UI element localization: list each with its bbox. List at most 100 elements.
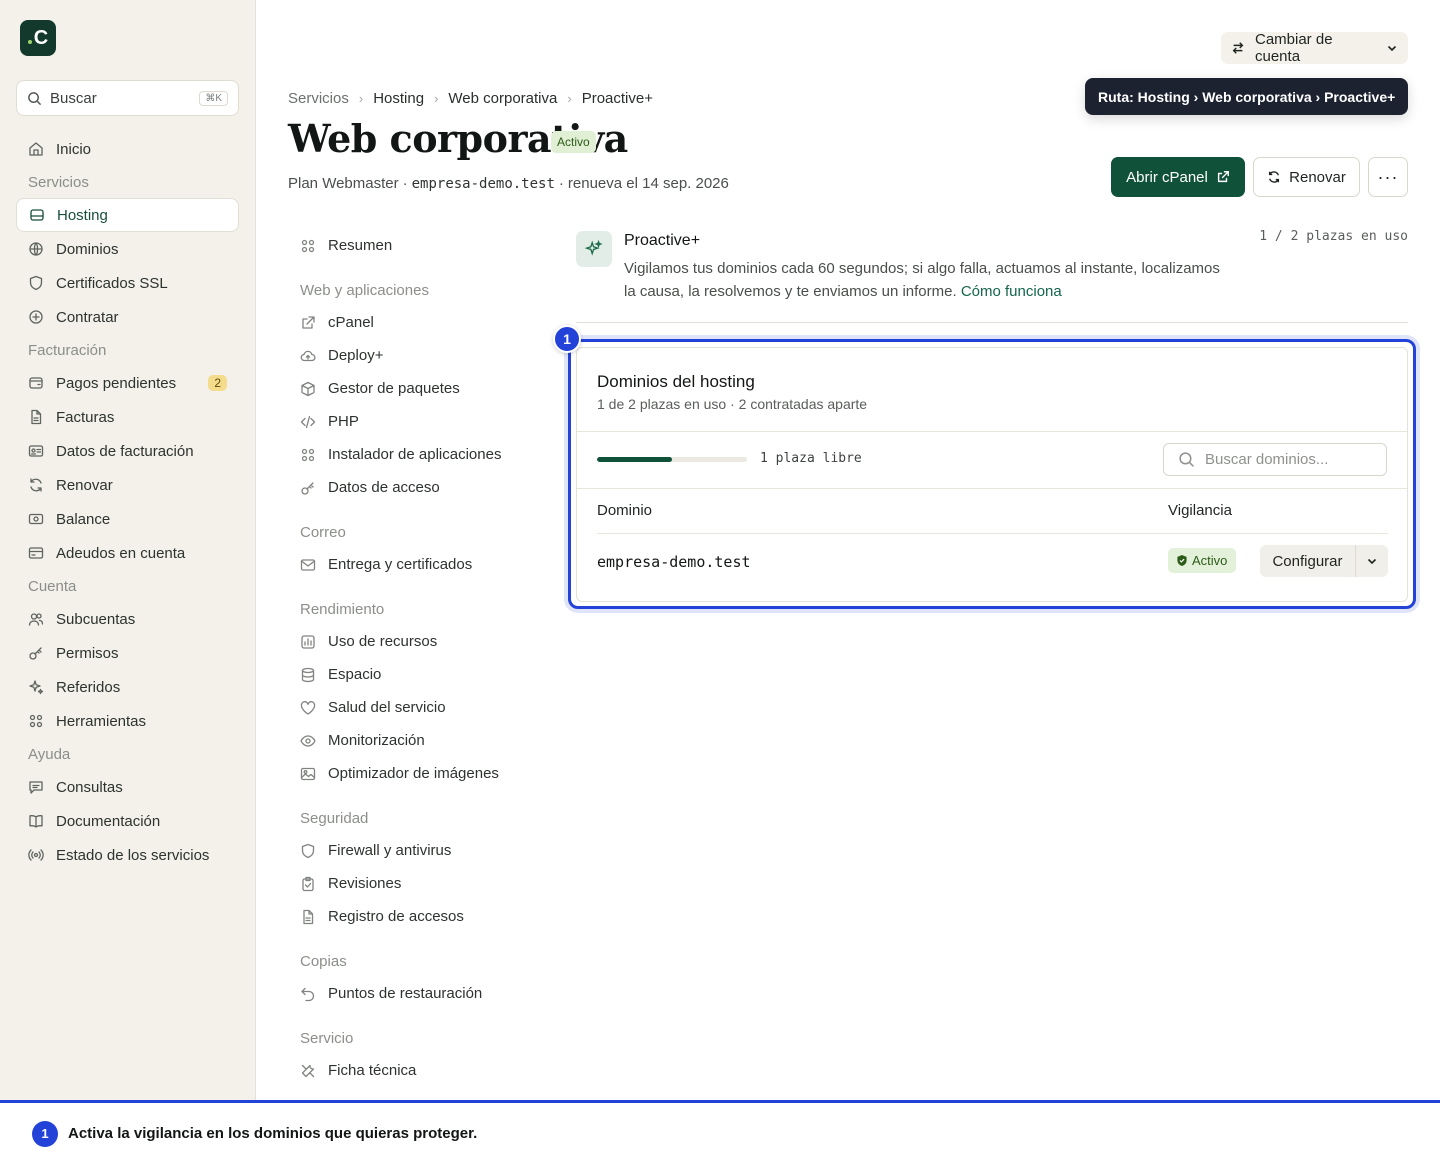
separator: · [558,175,564,192]
sidebar-item-estado-de-los-servicios[interactable]: Estado de los servicios [16,838,239,872]
divider [576,322,1408,323]
subnav-item-monitorizacion[interactable]: Monitorización [288,724,520,757]
subnav-item-registro-de-accesos[interactable]: Registro de accesos [288,900,520,933]
subnav-item-label: Entrega y certificados [328,556,473,573]
server-icon [29,207,45,223]
book-icon [28,813,44,829]
eye-icon [300,733,316,749]
grid-icon [300,238,316,254]
status-badge: Activo [551,131,596,153]
proactive-description: Vigilamos tus dominios cada 60 segundos;… [624,257,1224,303]
how-it-works-link[interactable]: Cómo funciona [961,283,1062,300]
switch-account-button[interactable]: Cambiar de cuenta [1221,31,1408,65]
subnav-item-deploy[interactable]: Deploy+ [288,339,520,372]
tour-step-marker: 1 [553,325,581,353]
grid-icon [300,447,316,463]
sidebar-item-datos-de-facturacion[interactable]: Datos de facturación [16,434,239,468]
sidebar-item-subcuentas[interactable]: Subcuentas [16,602,239,636]
app-logo[interactable]: C [20,20,56,56]
sidebar-item-certificados-ssl[interactable]: Certificados SSL [16,266,239,300]
shortcut-hint: ⌘K [199,90,228,106]
sidebar-item-label: Subcuentas [56,610,136,628]
sidebar-item-balance[interactable]: Balance [16,502,239,536]
sidebar-item-hosting[interactable]: Hosting [16,198,239,232]
code-icon [300,414,316,430]
breadcrumb-servicios[interactable]: Servicios [288,90,349,107]
subnav-item-datos-de-acceso[interactable]: Datos de acceso [288,471,520,504]
subnav-item-salud-del-servicio[interactable]: Salud del servicio [288,691,520,724]
clipboard-icon [300,876,316,892]
subnav-item-uso-de-recursos[interactable]: Uso de recursos [288,625,520,658]
subnav-item-label: Instalador de aplicaciones [328,446,502,463]
sidebar-item-adeudos-en-cuenta[interactable]: Adeudos en cuenta [16,536,239,570]
sidebar-item-inicio[interactable]: Inicio [16,132,239,166]
subnav-item-label: PHP [328,413,359,430]
sidebar-item-renovar[interactable]: Renovar [16,468,239,502]
subnav-item-revisiones[interactable]: Revisiones [288,867,520,900]
subnav-item-instalador-de-aplicaciones[interactable]: Instalador de aplicaciones [288,438,520,471]
subnav-item-ficha-tecnica[interactable]: Ficha técnica [288,1054,520,1087]
sidebar-item-referidos[interactable]: Referidos [16,670,239,704]
subnav-item-label: Registro de accesos [328,908,464,925]
key-icon [28,645,44,661]
breadcrumb-web-corporativa[interactable]: Web corporativa [448,90,557,107]
breadcrumb-hosting[interactable]: Hosting [373,90,424,107]
sidebar-item-facturas[interactable]: Facturas [16,400,239,434]
renew-button[interactable]: Renovar [1253,157,1360,197]
subnav-item-firewall-y-antivirus[interactable]: Firewall y antivirus [288,834,520,867]
chevron-right-icon: › [358,90,364,106]
database-icon [300,667,316,683]
nav-section-servicios: Servicios [28,173,89,191]
sparkles-icon [576,231,612,267]
breadcrumb-proactive: Proactive+ [581,89,653,107]
shield-icon [28,275,44,291]
tour-step-text: Activa la vigilancia en los dominios que… [68,1125,478,1142]
open-cpanel-button[interactable]: Abrir cPanel [1111,157,1245,197]
sidebar-item-pagos-pendientes[interactable]: Pagos pendientes 2 [16,366,239,400]
sidebar-item-label: Datos de facturación [56,442,194,460]
subnav-item-entrega-y-certificados[interactable]: Entrega y certificados [288,548,520,581]
seats-usage: 1 / 2 plazas en uso [1259,229,1408,244]
chat-icon [28,779,44,795]
subnav-item-label: Salud del servicio [328,699,446,716]
subnav-item-puntos-de-restauracion[interactable]: Puntos de restauración [288,977,520,1010]
banknote-icon [28,511,44,527]
sidebar-item-contratar[interactable]: Contratar [16,300,239,334]
subnav-item-optimizador-de-imagenes[interactable]: Optimizador de imágenes [288,757,520,790]
wallet-icon [28,375,44,391]
key-icon [300,480,316,496]
subnav-section-servicio: Servicio [300,1030,354,1047]
sidebar-nav: Inicio Servicios Hosting Dominios Certificad… [16,132,239,872]
sidebar-item-label: Renovar [56,476,113,494]
tour-step-number: 1 [32,1120,58,1147]
search-input[interactable]: Buscar ⌘K [16,80,239,116]
switch-account-label: Cambiar de cuenta [1255,31,1333,65]
nav-section-cuenta: Cuenta [28,577,77,595]
chevron-right-icon: › [434,90,439,106]
subnav-item-label: Datos de acceso [328,479,440,496]
home-icon [28,141,44,157]
subnav-item-espacio[interactable]: Espacio [288,658,520,691]
sidebar-item-permisos[interactable]: Permisos [16,636,239,670]
search-placeholder: Buscar [50,89,97,107]
subnav-item-php[interactable]: PHP [288,405,520,438]
subnav-item-cpanel[interactable]: cPanel [288,306,520,339]
sidebar-item-label: Contratar [56,308,119,326]
subnav-item-label: Ficha técnica [328,1062,417,1079]
tour-highlight [568,339,1416,609]
subnav-item-gestor-de-paquetes[interactable]: Gestor de paquetes [288,372,520,405]
sidebar-item-label: Estado de los servicios [56,846,210,864]
sidebar-item-label: Inicio [56,140,92,158]
external-link-icon [300,315,316,331]
image-icon [300,766,316,782]
sidebar-item-consultas[interactable]: Consultas [16,770,239,804]
sidebar-item-herramientas[interactable]: Herramientas [16,704,239,738]
chart-icon [300,634,316,650]
sidebar-item-dominios[interactable]: Dominios [16,232,239,266]
more-options-button[interactable]: ··· [1368,157,1408,197]
external-link-icon [1216,170,1230,184]
subnav-section-correo: Correo [300,524,346,541]
sidebar-item-documentacion[interactable]: Documentación [16,804,239,838]
subnav-item-resumen[interactable]: Resumen [288,229,520,262]
broadcast-icon [28,847,44,863]
